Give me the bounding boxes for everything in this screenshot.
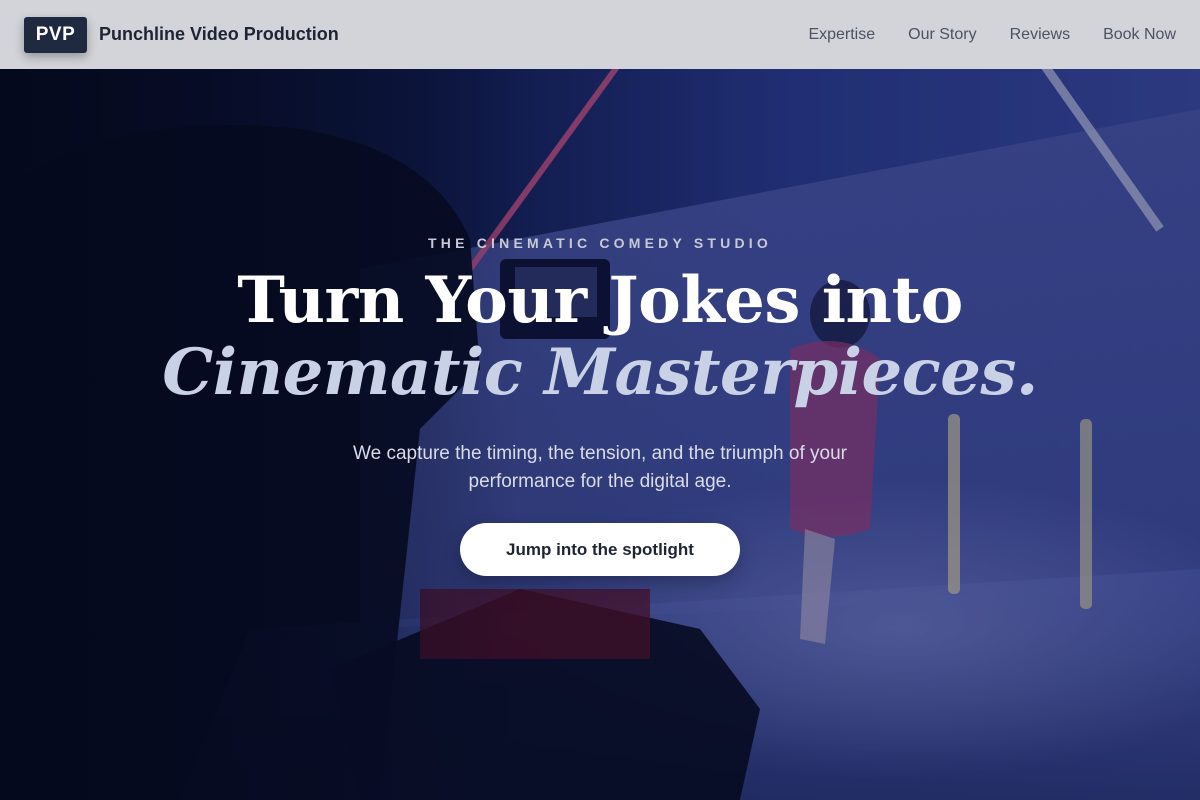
main-nav: Expertise Our Story Reviews Book Now xyxy=(808,26,1176,44)
hero-subtitle: We capture the timing, the tension, and … xyxy=(353,443,847,492)
hero-headline-line1: Turn Your Jokes into xyxy=(237,263,963,338)
brand[interactable]: PVP Punchline Video Production xyxy=(24,16,339,53)
nav-link-book-now[interactable]: Book Now xyxy=(1103,26,1176,44)
hero-headline-line2: Cinematic Masterpieces. xyxy=(162,335,1038,410)
nav-link-reviews[interactable]: Reviews xyxy=(1010,26,1070,44)
cta-button[interactable]: Jump into the spotlight xyxy=(460,523,740,576)
brand-name[interactable]: Punchline Video Production xyxy=(99,24,339,45)
logo-badge[interactable]: PVP xyxy=(24,16,87,53)
nav-link-our-story[interactable]: Our Story xyxy=(908,26,976,44)
hero-content: THE CINEMATIC COMEDY STUDIO Turn Your Jo… xyxy=(0,69,1200,800)
nav-link-expertise[interactable]: Expertise xyxy=(808,26,875,44)
site-header: PVP Punchline Video Production Expertise… xyxy=(0,0,1200,69)
hero-eyebrow: THE CINEMATIC COMEDY STUDIO xyxy=(428,235,772,251)
hero-section: THE CINEMATIC COMEDY STUDIO Turn Your Jo… xyxy=(0,69,1200,800)
